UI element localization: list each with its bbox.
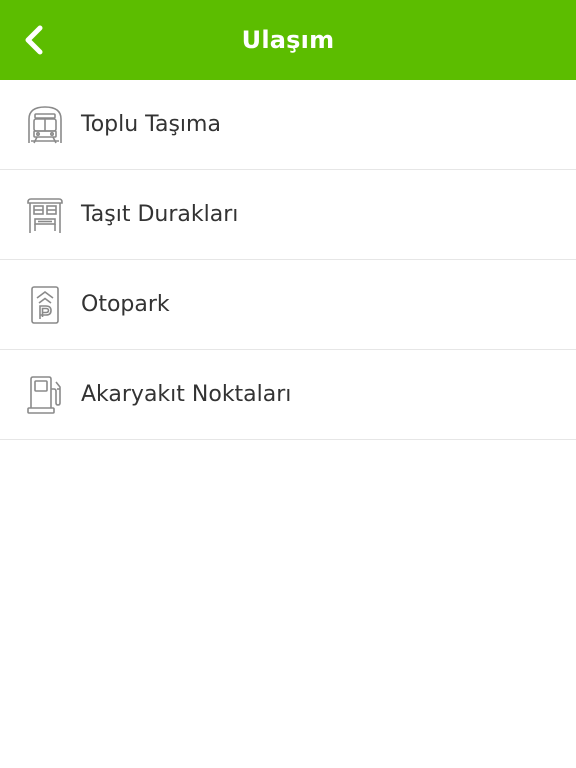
menu-item-label: Toplu Taşıma [81,112,221,137]
header-bar: Ulaşım [0,0,576,80]
menu-list: Toplu Taşıma Taşıt Durakları Otopark Aka… [0,80,576,440]
menu-item-label: Otopark [81,292,170,317]
fuel-pump-icon [25,375,65,415]
back-button[interactable] [14,20,54,60]
menu-item-fuel-stations[interactable]: Akaryakıt Noktaları [0,350,576,440]
menu-item-label: Akaryakıt Noktaları [81,382,292,407]
chevron-left-icon [25,25,43,55]
page-title: Ulaşım [241,26,335,54]
menu-item-public-transport[interactable]: Toplu Taşıma [0,80,576,170]
menu-item-vehicle-stops[interactable]: Taşıt Durakları [0,170,576,260]
bus-stop-icon [25,195,65,235]
menu-item-parking[interactable]: Otopark [0,260,576,350]
menu-item-label: Taşıt Durakları [81,202,239,227]
train-icon [25,105,65,145]
parking-icon [25,285,65,325]
